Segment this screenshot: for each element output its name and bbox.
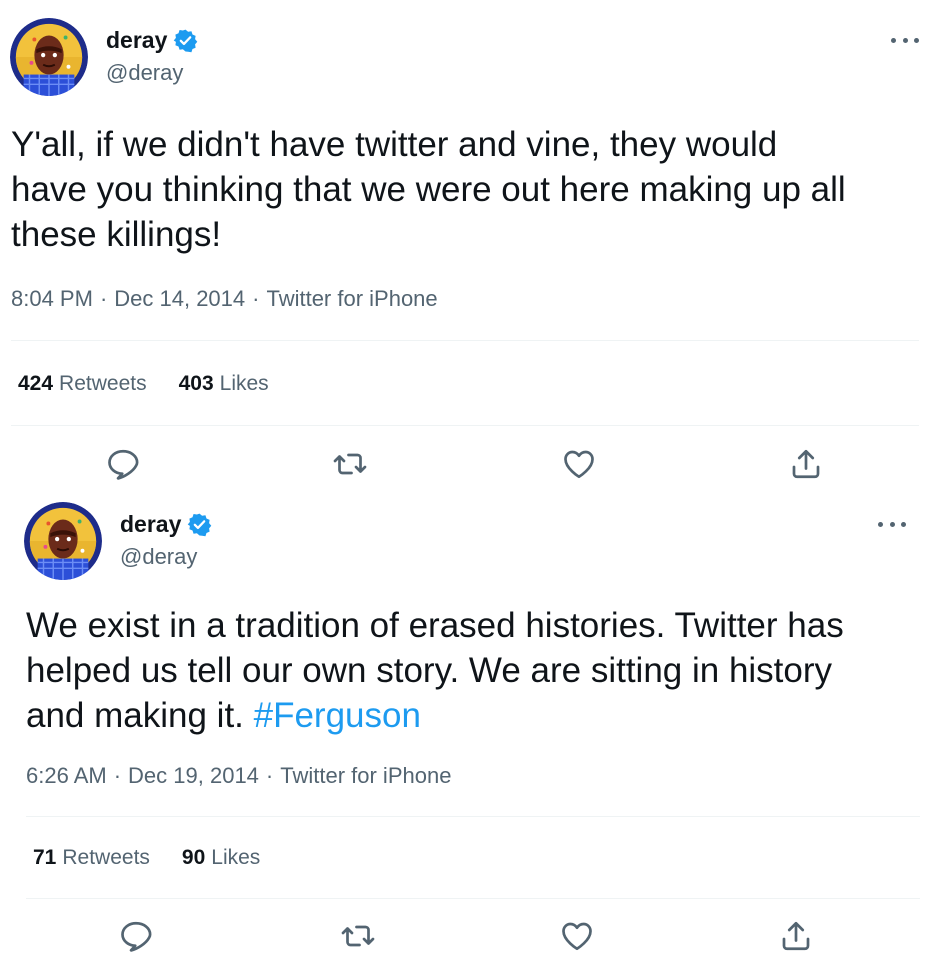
divider	[26, 898, 920, 899]
heart-icon[interactable]	[559, 918, 595, 954]
retweet-icon[interactable]	[340, 918, 376, 954]
tweet-text-line: and making it. #Ferguson	[26, 693, 916, 738]
meta-separator: ·	[113, 763, 122, 788]
handle[interactable]: @deray	[106, 60, 183, 86]
reply-icon[interactable]	[118, 918, 154, 954]
tweet-time[interactable]: 6:26 AM	[26, 763, 107, 789]
display-name[interactable]: deray	[120, 511, 181, 538]
tweet-text-line: We exist in a tradition of erased histor…	[26, 606, 844, 645]
author-name-row: deray	[106, 27, 198, 54]
tweet-text-line: these killings!	[11, 215, 222, 254]
avatar[interactable]	[24, 502, 102, 580]
tweet-text-line: Y'all, if we didn't have twitter and vin…	[11, 125, 778, 164]
retweets-count: 424	[18, 372, 54, 395]
hashtag-link[interactable]: #Ferguson	[254, 696, 421, 735]
display-name[interactable]: deray	[106, 27, 167, 54]
divider	[11, 340, 919, 341]
more-dots-icon[interactable]	[891, 30, 919, 50]
heart-icon[interactable]	[561, 446, 597, 482]
retweets-count: 71	[33, 846, 57, 869]
more-dots-icon[interactable]	[878, 514, 906, 534]
divider	[26, 816, 920, 817]
tweet-text: Y'all, if we didn't have twitter and vin…	[11, 122, 921, 257]
tweet-text-line-start: and making it.	[26, 696, 254, 735]
share-icon[interactable]	[788, 446, 824, 482]
author-name-row: deray	[120, 511, 212, 538]
tweet-text-line: helped us tell our own story. We are sit…	[26, 651, 833, 690]
tweet-date[interactable]: Dec 14, 2014	[114, 286, 245, 312]
likes-count: 90	[181, 846, 206, 869]
tweet-stats: 71 Retweets 90 Likes	[33, 846, 260, 870]
verified-badge-icon	[173, 28, 198, 53]
meta-separator: ·	[99, 286, 108, 311]
verified-badge-icon	[187, 512, 212, 537]
divider	[11, 425, 919, 426]
share-icon[interactable]	[778, 918, 814, 954]
retweets-stat[interactable]: 71 Retweets	[33, 846, 150, 870]
tweet-meta: 8:04 PM · Dec 14, 2014 · Twitter for iPh…	[11, 286, 438, 312]
likes-stat[interactable]: 90 Likes	[182, 846, 260, 870]
avatar[interactable]	[10, 18, 88, 96]
tweet-source[interactable]: Twitter for iPhone	[280, 763, 451, 789]
likes-count: 403	[178, 372, 214, 395]
meta-separator: ·	[252, 286, 260, 311]
likes-label: Likes	[219, 372, 269, 395]
retweets-label: Retweets	[59, 372, 147, 395]
tweet-card: deray @deray Y'all, if we didn't have tw…	[0, 0, 936, 494]
retweet-icon[interactable]	[332, 446, 368, 482]
likes-label: Likes	[211, 846, 261, 869]
tweet-stats: 424 Retweets 403 Likes	[18, 372, 269, 396]
tweet-date[interactable]: Dec 19, 2014	[128, 763, 259, 789]
retweets-label: Retweets	[62, 846, 150, 869]
tweet-text: We exist in a tradition of erased histor…	[26, 603, 916, 738]
tweet-source[interactable]: Twitter for iPhone	[266, 286, 437, 312]
handle[interactable]: @deray	[120, 544, 197, 570]
tweet-time[interactable]: 8:04 PM	[11, 286, 93, 312]
reply-icon[interactable]	[105, 446, 141, 482]
tweet-text-line: have you thinking that we were out here …	[11, 170, 846, 209]
tweet-card: deray @deray We exist in a tradition of …	[14, 494, 936, 970]
tweet-meta: 6:26 AM · Dec 19, 2014 · Twitter for iPh…	[26, 763, 451, 789]
retweets-stat[interactable]: 424 Retweets	[18, 372, 147, 396]
meta-separator: ·	[265, 763, 274, 788]
likes-stat[interactable]: 403 Likes	[179, 372, 269, 396]
